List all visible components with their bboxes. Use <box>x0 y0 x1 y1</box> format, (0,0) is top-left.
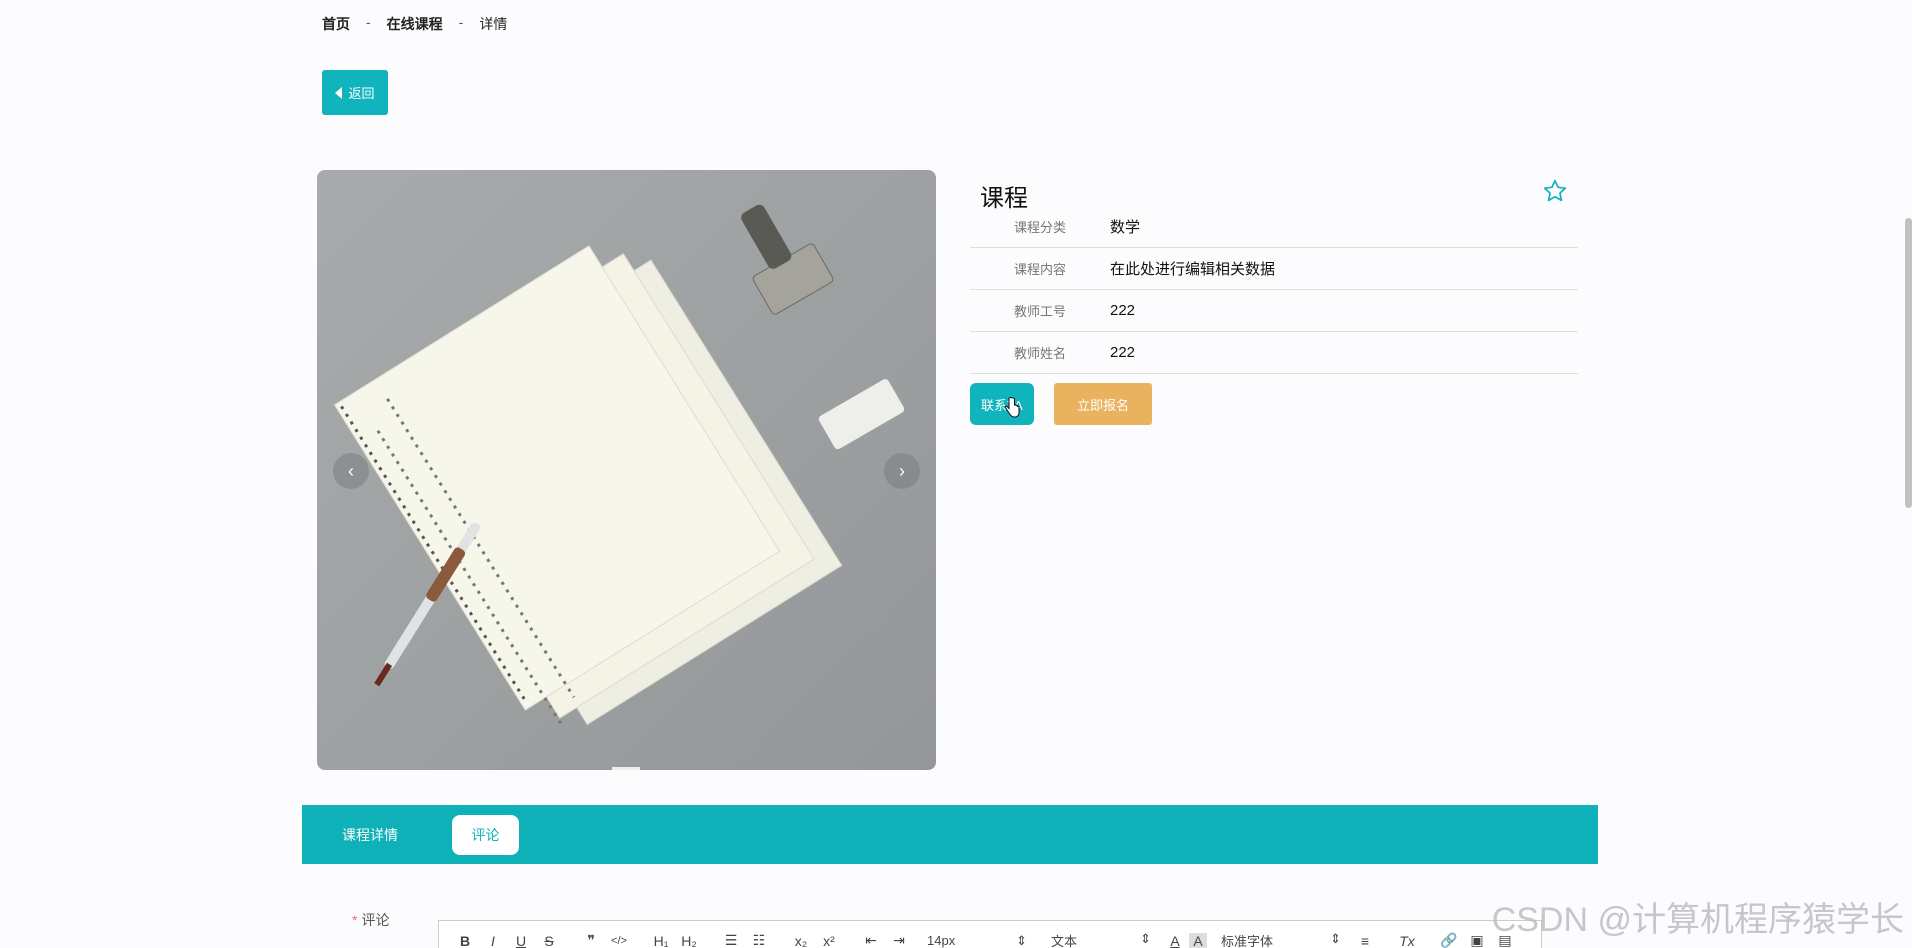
outdent-icon[interactable]: ⇤ <box>857 932 885 948</box>
highlight-icon[interactable]: A <box>1189 932 1207 948</box>
info-value: 222 <box>1110 344 1136 361</box>
breadcrumb-separator: - <box>366 14 371 30</box>
strike-button[interactable]: S <box>535 933 563 948</box>
hand-cursor-icon <box>1004 397 1020 418</box>
breadcrumb: 首页 - 在线课程 - 详情 <box>322 14 507 34</box>
course-info-table: 课程分类 数学 课程内容 在此处进行编辑相关数据 教师工号 222 教师姓名 2… <box>970 206 1578 374</box>
carousel-next-button[interactable]: › <box>884 453 920 489</box>
italic-button[interactable]: I <box>479 933 507 948</box>
comment-field-label: * 评论 <box>352 910 389 930</box>
breadcrumb-section[interactable]: 在线课程 <box>387 14 443 34</box>
updown-icon: ⇕ <box>1016 932 1027 948</box>
back-button-label: 返回 <box>348 86 375 101</box>
required-mark: * <box>352 912 358 928</box>
info-label: 教师姓名 <box>1013 346 1066 361</box>
bold-button[interactable]: B <box>451 933 479 948</box>
notebook-photo <box>333 204 905 729</box>
info-label: 课程内容 <box>1013 262 1066 277</box>
back-button[interactable]: 返回 <box>322 70 388 115</box>
star-icon[interactable] <box>1542 178 1568 204</box>
heading1-button[interactable]: H₁ <box>647 933 675 948</box>
align-icon[interactable]: ≡ <box>1351 933 1379 948</box>
clear-format-icon[interactable]: Tx <box>1393 933 1421 948</box>
heading2-button[interactable]: H₂ <box>675 933 703 948</box>
comment-label-text: 评论 <box>361 912 390 928</box>
info-value: 数学 <box>1110 219 1141 236</box>
block-format-select[interactable]: 文本 ⇕ <box>1051 931 1161 948</box>
indent-icon[interactable]: ⇥ <box>885 932 913 948</box>
ordered-list-icon[interactable]: ☰ <box>717 932 745 948</box>
underline-button[interactable]: U <box>507 933 535 948</box>
info-label: 课程分类 <box>1013 220 1066 235</box>
carousel-prev-button[interactable]: ‹ <box>333 453 369 489</box>
course-image-carousel[interactable]: ‹ › <box>317 170 936 770</box>
font-family-value: 标准字体 <box>1221 934 1274 948</box>
breadcrumb-current: 详情 <box>479 16 508 32</box>
contact-button[interactable]: 联系TA <box>970 383 1034 425</box>
info-row-content: 课程内容 在此处进行编辑相关数据 <box>970 248 1578 290</box>
font-size-select[interactable]: 14px ⇕ <box>927 933 1037 948</box>
page-scrollbar[interactable] <box>1905 218 1912 508</box>
enroll-button[interactable]: 立即报名 <box>1054 383 1152 425</box>
info-value: 在此处进行编辑相关数据 <box>1110 261 1276 278</box>
carousel-indicator[interactable] <box>612 767 640 770</box>
text-color-icon[interactable]: A <box>1161 933 1189 948</box>
info-label: 教师工号 <box>1013 304 1066 319</box>
info-row-teacher-name: 教师姓名 222 <box>970 332 1578 374</box>
font-size-value: 14px <box>927 932 956 948</box>
caret-left-icon <box>335 86 343 99</box>
link-icon[interactable]: 🔗 <box>1435 932 1463 948</box>
subscript-button[interactable]: x₂ <box>787 933 815 948</box>
watermark: CSDN @计算机程序猿学长 <box>1491 901 1904 939</box>
breadcrumb-home[interactable]: 首页 <box>322 14 350 34</box>
rich-text-toolbar: B I U S ❞ </> H₁ H₂ ☰ ☷ x₂ x² ⇤ ⇥ 14px ⇕… <box>438 920 1542 948</box>
info-row-category: 课程分类 数学 <box>970 206 1578 248</box>
breadcrumb-separator: - <box>458 14 464 30</box>
code-icon[interactable]: </> <box>605 935 633 947</box>
image-icon[interactable]: ▣ <box>1463 932 1491 948</box>
tab-comments[interactable]: 评论 <box>452 814 519 855</box>
info-row-teacher-id: 教师工号 222 <box>970 290 1578 332</box>
info-value: 222 <box>1110 302 1136 319</box>
tab-course-details[interactable]: 课程详情 <box>342 825 398 845</box>
updown-icon: ⇕ <box>1330 931 1341 946</box>
superscript-button[interactable]: x² <box>815 933 843 948</box>
font-family-select[interactable]: 标准字体 ⇕ <box>1221 931 1351 948</box>
block-format-value: 文本 <box>1051 934 1078 948</box>
detail-tabs: 课程详情 评论 <box>302 805 1598 864</box>
quote-icon[interactable]: ❞ <box>577 932 605 948</box>
course-actions: 联系TA 立即报名 <box>970 383 1152 425</box>
updown-icon: ⇕ <box>1140 931 1151 946</box>
bullet-list-icon[interactable]: ☷ <box>745 932 773 948</box>
